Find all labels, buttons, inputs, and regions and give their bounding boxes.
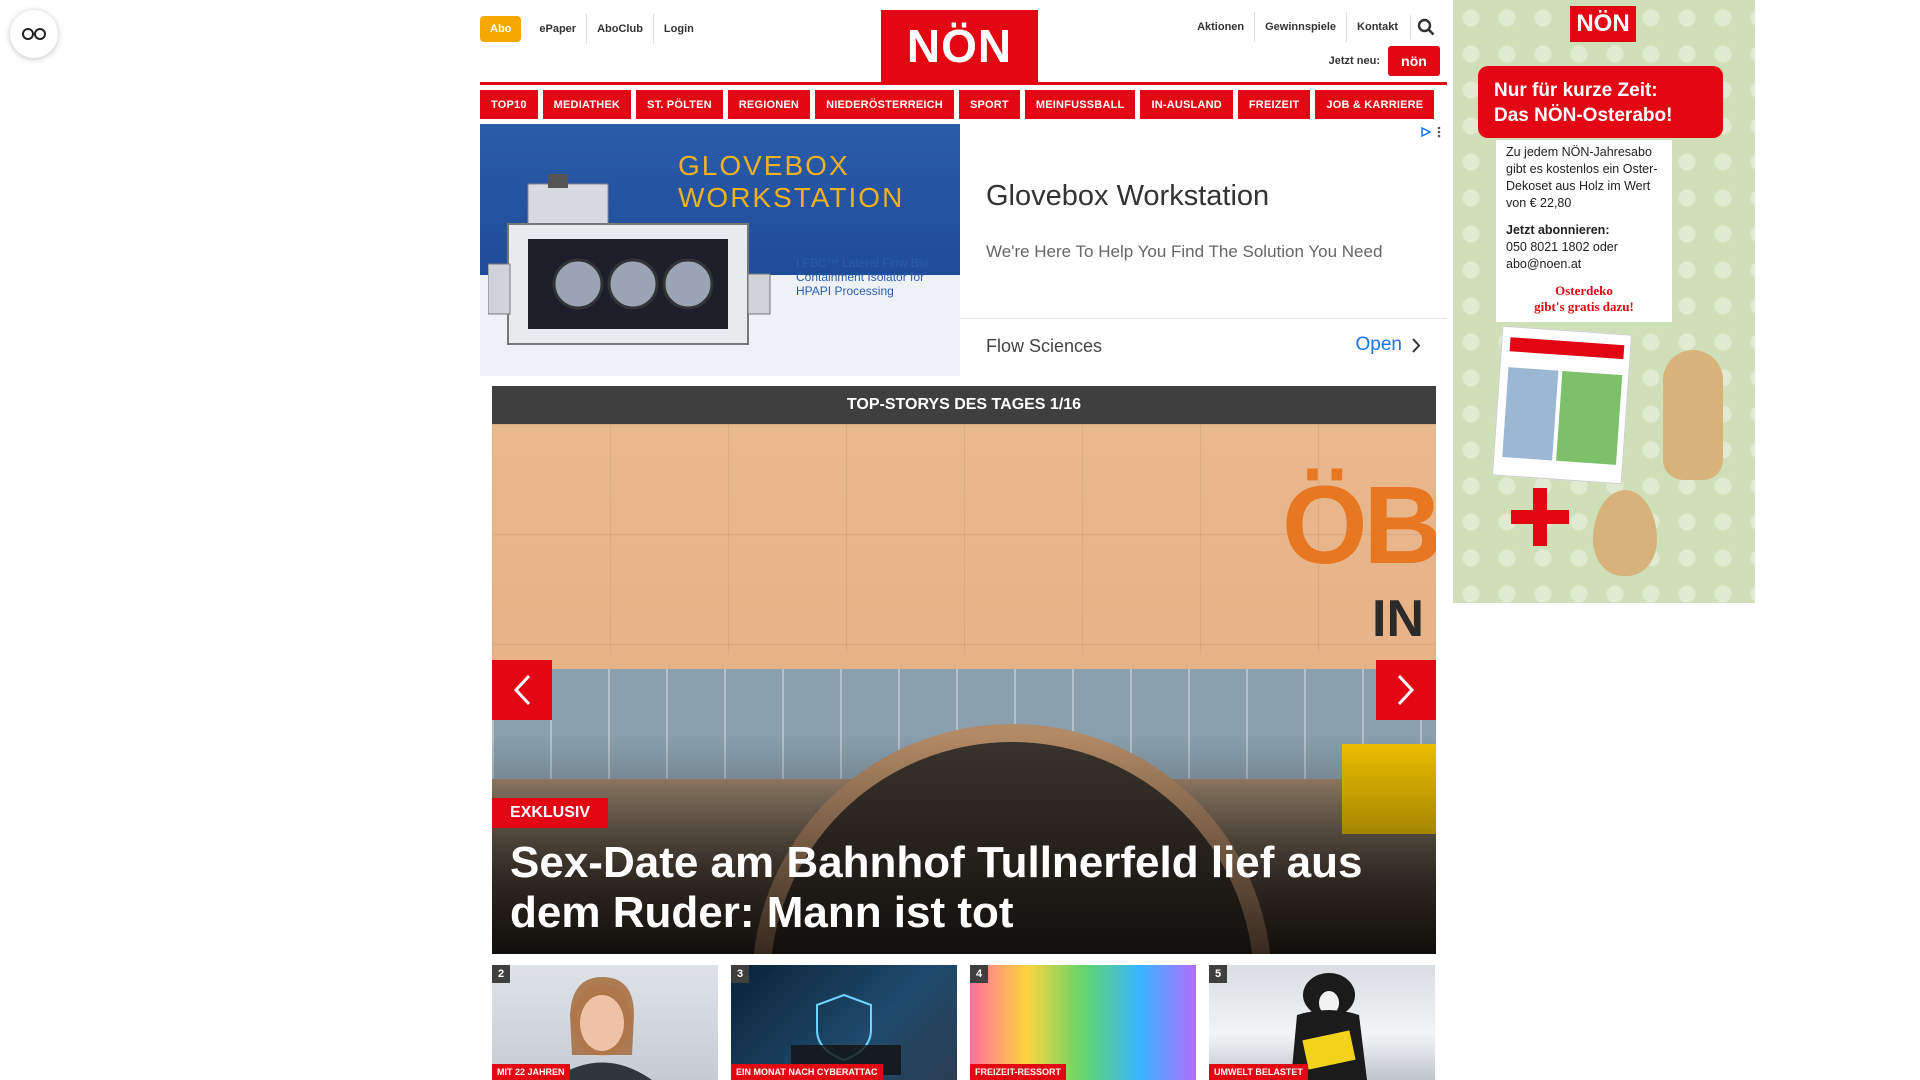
nav-item-top10[interactable]: TOP10 bbox=[480, 90, 538, 119]
side-ad-card-red-line2: gibt's gratis dazu! bbox=[1534, 299, 1634, 314]
side-ad-banner-line2: Das NÖN-Osterabo! bbox=[1494, 105, 1673, 126]
nav-item-job-karriere[interactable]: JOB & KARRIERE bbox=[1315, 90, 1435, 119]
nav-item-regionen[interactable]: REGIONEN bbox=[727, 90, 811, 119]
jetzt-neu-badge[interactable]: nön bbox=[1388, 46, 1440, 76]
ad-title[interactable]: Glovebox Workstation bbox=[986, 180, 1269, 213]
nav-item-freizeit[interactable]: FREIZEIT bbox=[1237, 90, 1311, 119]
side-ad-osterabo[interactable]: NÖN Nur für kurze Zeit: Das NÖN-Osterabo… bbox=[1453, 0, 1755, 603]
aboclub-link[interactable]: AboClub bbox=[586, 14, 653, 44]
station-sign: ÖB bbox=[1282, 464, 1436, 587]
jetzt-neu: Jetzt neu: nön bbox=[1329, 46, 1440, 76]
thumbnail-number: 3 bbox=[731, 965, 749, 983]
story-tag[interactable]: EXKLUSIV bbox=[492, 798, 609, 828]
slider-image[interactable]: ÖB IN EXKLUSIV Sex-Date am Bahnhof Tulln… bbox=[492, 424, 1436, 954]
ad-advertiser: Flow Sciences bbox=[986, 336, 1103, 356]
ad-image-title-line2: WORKSTATION bbox=[678, 182, 905, 213]
story-thumbnail[interactable]: 3 EIN MONAT NACH CYBERATTAC bbox=[731, 965, 957, 1080]
ad-choices[interactable] bbox=[1421, 126, 1441, 138]
slider-header: TOP-STORYS DES TAGES 1/16 bbox=[492, 386, 1436, 424]
story-thumbnail[interactable]: 5 UMWELT BELASTET bbox=[1209, 965, 1435, 1080]
thumbnail-number: 2 bbox=[492, 965, 510, 983]
slider-prev-button[interactable] bbox=[492, 660, 552, 720]
side-ad-card-text: Zu jedem NÖN-Jahresabo gibt es kostenlos… bbox=[1506, 145, 1658, 210]
ad-open-button[interactable]: Open bbox=[1356, 334, 1421, 356]
top-left-links: Abo ePaper AboClub Login bbox=[480, 14, 704, 44]
ad-banner[interactable]: GLOVEBOX WORKSTATION LFBC™ Lateral Flow … bbox=[480, 124, 1447, 376]
thumbnail-tag: UMWELT BELASTET bbox=[1209, 1064, 1308, 1080]
story-thumbnail[interactable]: 2 MIT 22 JAHREN bbox=[492, 965, 718, 1080]
more-options-icon bbox=[1437, 126, 1441, 138]
cyber-shield-photo bbox=[791, 993, 901, 1075]
side-ad-card: Zu jedem NÖN-Jahresabo gibt es kostenlos… bbox=[1496, 140, 1672, 322]
wooden-bunny-image bbox=[1663, 350, 1723, 480]
nav-item-in-ausland[interactable]: IN-AUSLAND bbox=[1140, 90, 1233, 119]
side-ad-logo: NÖN bbox=[1570, 6, 1636, 42]
epaper-link[interactable]: ePaper bbox=[529, 14, 586, 44]
story-headline[interactable]: Sex-Date am Bahnhof Tullnerfeld lief aus… bbox=[510, 838, 1410, 938]
thumbnail-number: 5 bbox=[1209, 965, 1227, 983]
thumbnail-tag: MIT 22 JAHREN bbox=[492, 1064, 570, 1080]
search-icon[interactable] bbox=[1410, 15, 1440, 39]
ad-divider bbox=[960, 318, 1447, 319]
chevron-right-icon bbox=[1397, 674, 1415, 706]
wooden-egg-image bbox=[1593, 490, 1657, 576]
side-ad-card-red-line1: Osterdeko bbox=[1555, 283, 1613, 298]
aktionen-link[interactable]: Aktionen bbox=[1187, 12, 1254, 42]
magazines-image bbox=[1491, 325, 1633, 485]
chevron-left-icon bbox=[513, 674, 531, 706]
adchoices-icon bbox=[1421, 127, 1431, 137]
main-nav: TOP10 MEDIATHEK ST. PÖLTEN REGIONEN NIED… bbox=[480, 90, 1447, 119]
nav-item-niederoesterreich[interactable]: NIEDERÖSTERREICH bbox=[815, 90, 954, 119]
chevron-right-icon bbox=[1412, 337, 1421, 353]
side-ad-card-bold: Jetzt abonnieren: bbox=[1506, 223, 1610, 237]
ad-image-title: GLOVEBOX WORKSTATION bbox=[678, 150, 904, 214]
station-sign-sub: IN bbox=[1372, 590, 1424, 648]
person-photo bbox=[552, 977, 652, 1080]
ad-open-label: Open bbox=[1355, 334, 1402, 355]
ad-description: We're Here To Help You Find The Solution… bbox=[986, 242, 1383, 261]
top-right-links: Aktionen Gewinnspiele Kontakt bbox=[1187, 12, 1440, 42]
plus-icon bbox=[1511, 488, 1569, 546]
login-link[interactable]: Login bbox=[652, 14, 704, 44]
site-logo[interactable]: NÖN bbox=[881, 10, 1038, 82]
nav-item-sport[interactable]: SPORT bbox=[958, 90, 1020, 119]
kontakt-link[interactable]: Kontakt bbox=[1346, 12, 1408, 42]
jetzt-neu-label: Jetzt neu: bbox=[1328, 55, 1380, 67]
top-stories-slider: TOP-STORYS DES TAGES 1/16 ÖB IN EXKLUSIV… bbox=[492, 386, 1436, 954]
site-header: Abo ePaper AboClub Login NÖN Aktionen Ge… bbox=[480, 0, 1440, 84]
thumbnail-tag: FREIZEIT-RESSORT bbox=[970, 1064, 1067, 1080]
slider-next-button[interactable] bbox=[1376, 660, 1436, 720]
ad-image[interactable]: GLOVEBOX WORKSTATION LFBC™ Lateral Flow … bbox=[480, 124, 960, 376]
dog-photo bbox=[1291, 973, 1367, 1080]
nav-item-st-poelten[interactable]: ST. PÖLTEN bbox=[636, 90, 723, 119]
side-ad-card-contact: 050 8021 1802 oder abo@noen.at bbox=[1506, 240, 1618, 271]
ad-text-panel[interactable]: Glovebox Workstation We're Here To Help … bbox=[960, 124, 1447, 376]
nav-item-mediathek[interactable]: MEDIATHEK bbox=[542, 90, 632, 119]
side-ad-banner: Nur für kurze Zeit: Das NÖN-Osterabo! bbox=[1478, 66, 1723, 138]
abo-button[interactable]: Abo bbox=[480, 16, 522, 42]
thumbnail-number: 4 bbox=[970, 965, 988, 983]
reader-mode-button[interactable] bbox=[10, 10, 58, 58]
ad-image-title-line1: GLOVEBOX bbox=[678, 150, 850, 181]
story-thumbnails: 2 MIT 22 JAHREN 3 EIN MONAT NACH CYBERAT… bbox=[492, 965, 1436, 1080]
side-ad-banner-line1: Nur für kurze Zeit: bbox=[1494, 80, 1658, 101]
header-divider bbox=[480, 82, 1447, 85]
side-ad-card-red: Osterdeko gibt's gratis dazu! bbox=[1506, 283, 1662, 315]
story-thumbnail[interactable]: 4 FREIZEIT-RESSORT bbox=[970, 965, 1196, 1080]
thumbnail-tag: EIN MONAT NACH CYBERATTAC bbox=[731, 1064, 883, 1080]
ad-image-subtitle: LFBC™ Lateral Flow Bio Containment Isola… bbox=[796, 256, 929, 298]
glasses-icon bbox=[22, 28, 46, 40]
gewinnspiele-link[interactable]: Gewinnspiele bbox=[1254, 12, 1346, 42]
nav-item-meinfussball[interactable]: MEINFUSSBALL bbox=[1024, 90, 1136, 119]
